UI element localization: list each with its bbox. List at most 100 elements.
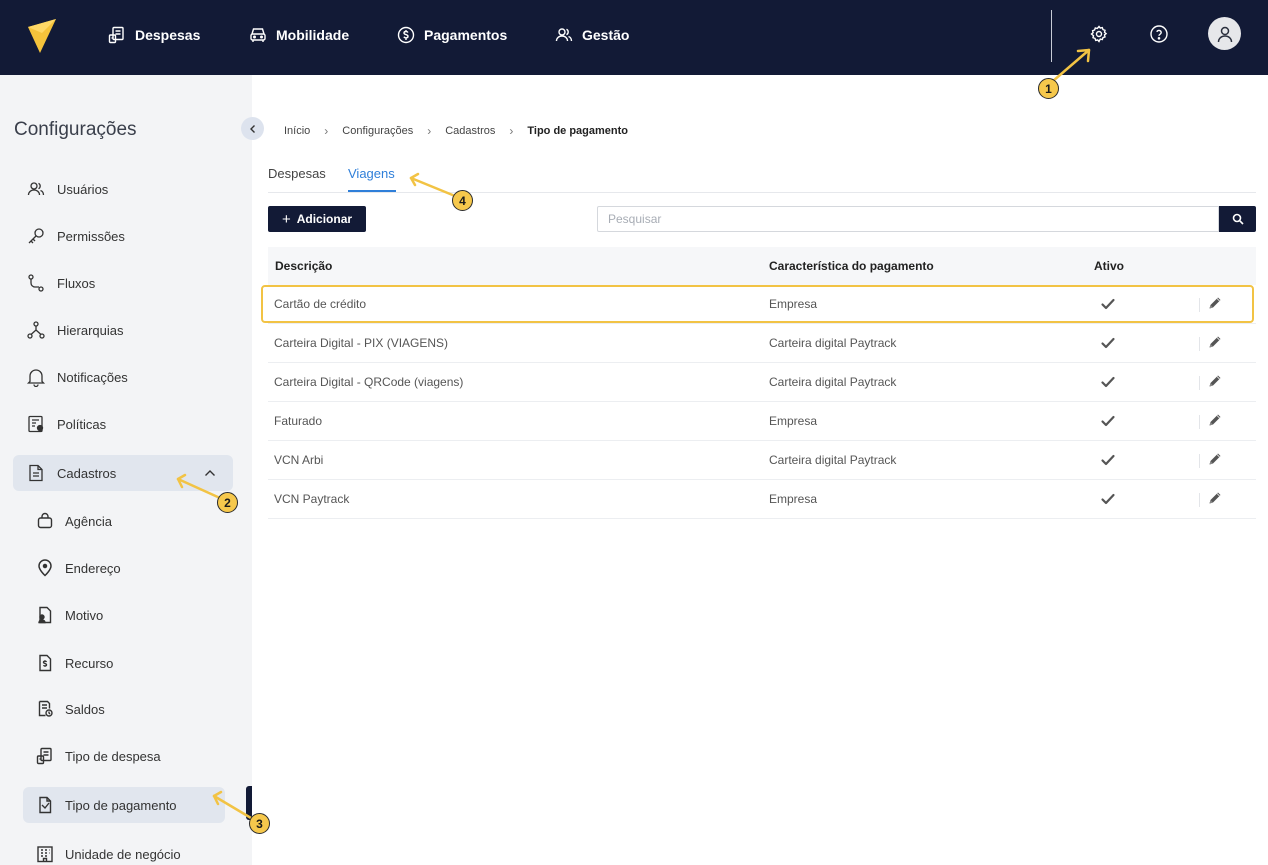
sidebar-subitem-label: Tipo de despesa [65, 748, 161, 764]
sidebar-item-hierarquias[interactable]: Hierarquias [13, 312, 233, 348]
breadcrumb-link[interactable]: Cadastros [445, 125, 495, 137]
sidebar-subitem-motivo[interactable]: Motivo [23, 597, 225, 633]
cell-caracteristica: Empresa [769, 414, 818, 428]
table-row[interactable]: VCN Arbi Carteira digital Paytrack [268, 441, 1256, 480]
app-logo-icon[interactable] [26, 17, 58, 55]
sidebar-subitem-tipo-de-pagamento[interactable]: Tipo de pagamento [23, 787, 225, 823]
top-navbar: Despesas Mobilidade Pagamentos Gestão [0, 0, 1268, 75]
add-button-label: Adicionar [296, 212, 353, 226]
chevron-right-icon: › [509, 124, 514, 138]
column-header-caracteristica[interactable]: Característica do pagamento [769, 259, 934, 273]
document-icon [29, 464, 43, 482]
column-header-descricao[interactable]: Descrição [275, 259, 332, 273]
sidebar-item-label: Notificações [57, 369, 128, 385]
sidebar-item-label: Usuários [57, 181, 109, 197]
chevron-right-icon: › [427, 124, 432, 138]
cell-caracteristica: Carteira digital Paytrack [769, 336, 897, 350]
sidebar-item-label: Permissões [57, 228, 125, 244]
sidebar-item-usuarios[interactable]: Usuários [13, 171, 233, 207]
sidebar-subitem-label: Tipo de pagamento [65, 797, 177, 813]
sidebar-subitem-label: Saldos [65, 701, 105, 717]
annotation-callout-2: 2 [217, 492, 238, 513]
annotation-callout-3: 3 [249, 813, 270, 834]
cell-caracteristica: Carteira digital Paytrack [769, 453, 897, 467]
sidebar-item-permissoes[interactable]: Permissões [13, 218, 233, 254]
file-user-icon [38, 606, 52, 624]
add-button[interactable]: + Adicionar [268, 206, 366, 232]
file-dollar-icon [39, 654, 52, 672]
sidebar-subitem-endereco[interactable]: Endereço [23, 550, 225, 586]
nav-item-label: Pagamentos [424, 27, 508, 43]
tab-viagens[interactable]: Viagens [348, 166, 395, 181]
sidebar-subitem-recurso[interactable]: Recurso [23, 645, 225, 681]
nav-item-label: Mobilidade [276, 27, 350, 43]
nav-item-despesas[interactable]: Despesas [108, 24, 200, 46]
bag-icon [37, 512, 53, 529]
hierarchy-icon [27, 321, 45, 339]
search-button[interactable] [1219, 206, 1256, 232]
location-icon [38, 559, 52, 577]
nav-item-label: Gestão [582, 27, 630, 43]
nav-item-label: Despesas [135, 27, 201, 43]
gear-icon[interactable] [1089, 24, 1109, 44]
sidebar-subitem-tipo-de-despesa[interactable]: Tipo de despesa [23, 738, 225, 774]
check-icon [1101, 337, 1115, 349]
flow-icon [28, 274, 44, 292]
key-icon [28, 228, 44, 244]
breadcrumb-current: Tipo de pagamento [527, 125, 629, 137]
sidebar-subitem-label: Motivo [65, 607, 104, 623]
breadcrumb-link[interactable]: Início [284, 125, 310, 137]
sidebar-item-notificacoes[interactable]: Notificações [13, 359, 233, 395]
edit-pencil-icon[interactable] [1207, 412, 1223, 428]
table-row[interactable]: Carteira Digital - PIX (VIAGENS) Carteira… [268, 324, 1256, 363]
sidebar-subitem-agencia[interactable]: Agência [23, 503, 225, 539]
edit-pencil-icon[interactable] [1207, 451, 1223, 467]
edit-pencil-icon[interactable] [1207, 490, 1223, 506]
payment-type-icon [39, 796, 52, 814]
sidebar-item-fluxos[interactable]: Fluxos [13, 265, 233, 301]
receipt-icon [36, 747, 52, 765]
building-icon [37, 846, 53, 863]
cell-descricao: Carteira Digital - PIX (VIAGENS) [274, 336, 449, 350]
table-row[interactable]: Carteira Digital - QRCode (viagens) Carte… [268, 363, 1256, 402]
sidebar-item-politicas[interactable]: Políticas [13, 406, 233, 442]
bell-icon [26, 369, 46, 387]
nav-item-gestao[interactable]: Gestão [555, 24, 629, 46]
sidebar-subitem-label: Unidade de negócio [65, 846, 181, 862]
sidebar-item-label: Hierarquias [57, 322, 124, 338]
cell-caracteristica: Empresa [769, 492, 818, 506]
avatar[interactable] [1208, 17, 1241, 50]
tab-despesas[interactable]: Despesas [268, 166, 326, 181]
car-icon [250, 28, 266, 42]
chevron-right-icon: › [324, 124, 329, 138]
column-divider [1199, 337, 1200, 351]
sidebar-title: Configurações [14, 119, 137, 140]
tabs: Despesas Viagens [268, 160, 1256, 193]
nav-item-pagamentos[interactable]: Pagamentos [397, 24, 507, 46]
sidebar-subitem-unidade-de-negocio[interactable]: Unidade de negócio [23, 836, 225, 865]
breadcrumb: Início › Configurações › Cadastros › Tip… [284, 124, 628, 138]
navbar-divider [1051, 10, 1052, 62]
table-row[interactable]: Faturado Empresa [268, 402, 1256, 441]
edit-pencil-icon[interactable] [1207, 373, 1223, 389]
search-input[interactable] [597, 206, 1219, 232]
column-header-ativo[interactable]: Ativo [1094, 259, 1124, 273]
sidebar-subitem-label: Endereço [65, 560, 121, 576]
help-icon[interactable] [1149, 24, 1169, 44]
cell-descricao: Carteira Digital - QRCode (viagens) [274, 375, 464, 389]
annotation-row-highlight [261, 285, 1254, 323]
sidebar-item-label: Políticas [57, 416, 107, 432]
sidebar-collapse-button[interactable] [241, 117, 264, 140]
sidebar-subitem-saldos[interactable]: Saldos [23, 691, 225, 727]
search-icon [1232, 213, 1244, 225]
edit-pencil-icon[interactable] [1207, 334, 1223, 350]
column-divider [1199, 454, 1200, 468]
column-divider [1199, 415, 1200, 429]
nav-item-mobilidade[interactable]: Mobilidade [249, 24, 349, 46]
active-item-marker [246, 786, 252, 820]
breadcrumb-link[interactable]: Configurações [342, 125, 413, 137]
chevron-up-icon[interactable] [203, 466, 217, 480]
check-icon [1101, 493, 1115, 505]
sidebar-group-cadastros[interactable]: Cadastros [13, 455, 233, 491]
table-row[interactable]: VCN Paytrack Empresa [268, 480, 1256, 519]
